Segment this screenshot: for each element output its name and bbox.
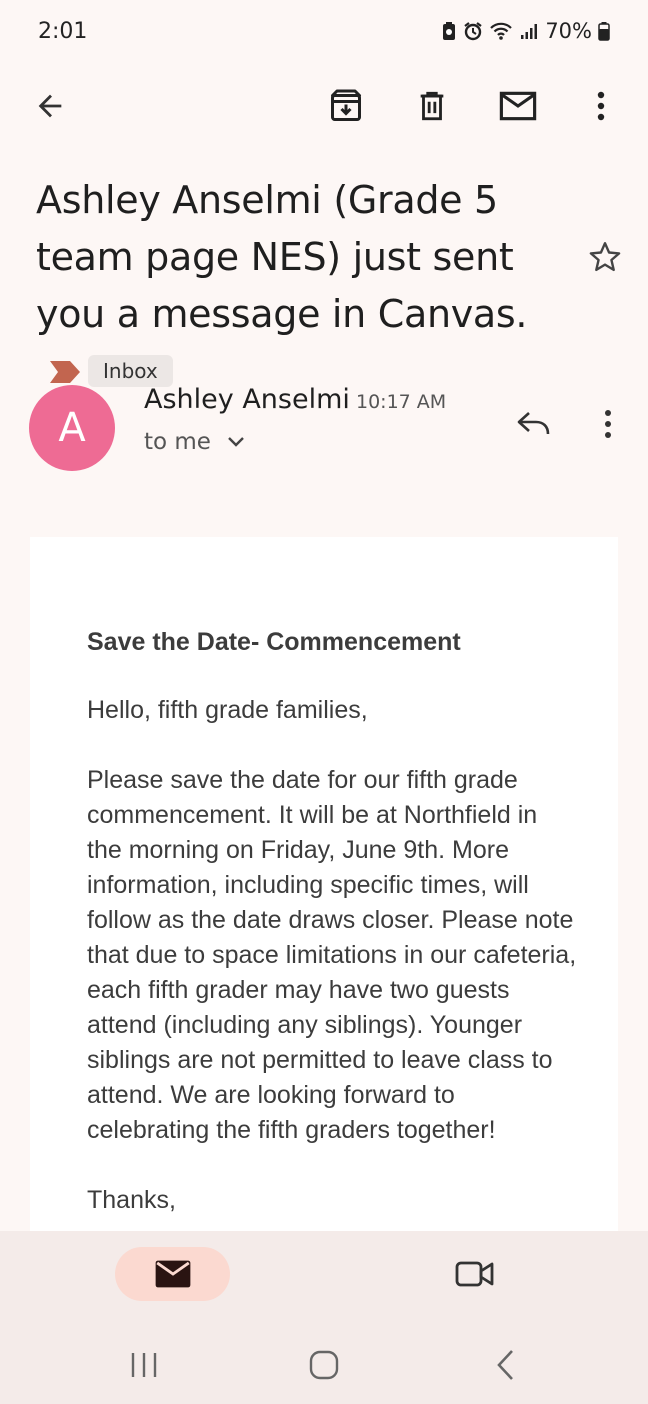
status-time: 2:01 [38, 19, 88, 44]
alarm-icon [463, 21, 483, 41]
reply-button[interactable] [510, 402, 558, 446]
body-paragraph: Please save the date for our fifth grade… [87, 766, 577, 1144]
star-icon [589, 242, 621, 272]
subject-text: Ashley Anselmi (Grade 5 team page NES) j… [36, 178, 528, 336]
battery-saver-icon [441, 21, 457, 41]
battery-icon [598, 21, 610, 41]
system-navigation-bar [0, 1326, 648, 1404]
message-body-card: Save the Date- Commencement Hello, fifth… [30, 537, 618, 1231]
system-back-button[interactable] [476, 1340, 536, 1390]
delete-icon [420, 91, 444, 121]
more-vert-icon [597, 91, 605, 121]
message-body: Save the Date- Commencement Hello, fifth… [87, 625, 577, 1231]
wifi-icon [489, 21, 513, 41]
mark-unread-button[interactable] [490, 72, 546, 140]
more-options-button[interactable] [573, 72, 629, 140]
recents-icon [131, 1353, 157, 1377]
body-greeting: Hello, fifth grade families, [87, 696, 368, 724]
back-button[interactable] [22, 72, 78, 140]
nav-mail-tab[interactable] [115, 1247, 230, 1301]
star-button[interactable] [584, 236, 626, 278]
bottom-navigation [0, 1231, 648, 1326]
email-subject: Ashley Anselmi (Grade 5 team page NES) j… [36, 172, 566, 400]
body-closing: Thanks, [87, 1186, 176, 1214]
sender-avatar[interactable]: A [29, 385, 115, 471]
home-icon [309, 1350, 339, 1380]
status-icons: 70% [441, 19, 610, 43]
signal-icon [519, 21, 539, 41]
mail-icon [155, 1260, 190, 1288]
archive-icon [331, 89, 361, 121]
battery-text: 70% [545, 19, 592, 43]
message-more-button[interactable] [590, 402, 626, 446]
video-camera-icon [455, 1261, 494, 1287]
delete-button[interactable] [404, 72, 460, 140]
chevron-down-icon [228, 437, 244, 447]
back-arrow-icon [38, 94, 62, 118]
sent-time: 10:17 AM [356, 391, 447, 413]
more-vert-icon [605, 410, 611, 438]
recipient-details-toggle[interactable]: to me [144, 429, 245, 455]
recipient-text: to me [144, 429, 211, 455]
back-icon [497, 1350, 513, 1380]
archive-button[interactable] [318, 72, 374, 140]
mark-unread-icon [499, 91, 537, 121]
email-toolbar [0, 72, 648, 140]
reply-icon [517, 412, 550, 435]
home-button[interactable] [294, 1340, 354, 1390]
status-bar: 2:01 70% [0, 0, 648, 64]
nav-meet-tab[interactable] [446, 1247, 504, 1301]
recents-button[interactable] [114, 1340, 174, 1390]
body-title: Save the Date- Commencement [87, 628, 461, 656]
inbox-label-chip[interactable]: Inbox [88, 354, 173, 387]
sender-name: Ashley Anselmi [144, 384, 350, 415]
